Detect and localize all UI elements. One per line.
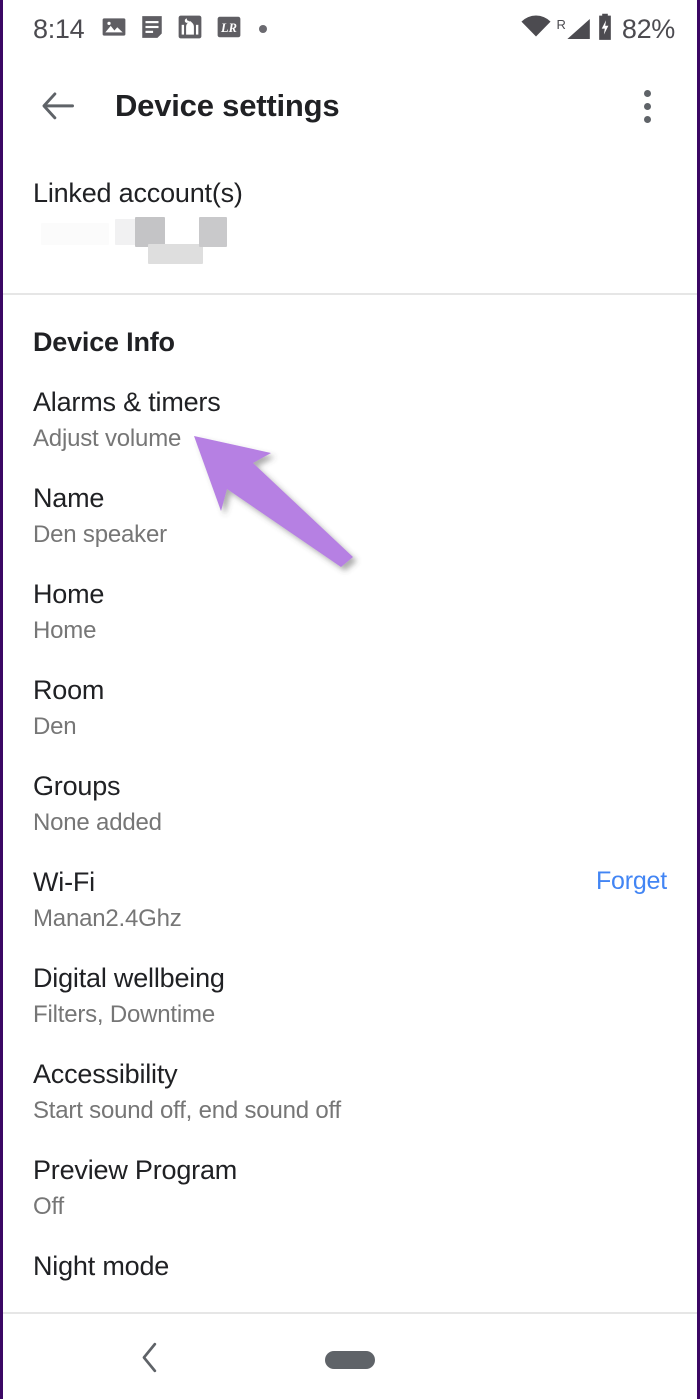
section-header-device-info: Device Info — [33, 327, 175, 357]
device-info-list[interactable]: Device Info Alarms & timers Adjust volum… — [3, 295, 697, 1314]
list-item-title: Alarms & timers — [33, 387, 221, 417]
back-arrow-icon[interactable] — [31, 79, 85, 133]
mosque-icon — [177, 14, 203, 45]
linked-accounts-section[interactable]: Linked account(s) — [3, 154, 697, 295]
roaming-indicator: R — [556, 17, 566, 32]
list-item-title: Accessibility — [33, 1059, 178, 1090]
list-item-preview-program[interactable]: Preview Program Off — [3, 1126, 697, 1222]
list-item-digital-wellbeing[interactable]: Digital wellbeing Filters, Downtime — [3, 934, 697, 1030]
android-navigation-bar — [3, 1321, 697, 1399]
status-bar-right: R 82% — [521, 13, 675, 46]
list-item-subtitle: Manan2.4Ghz — [33, 905, 182, 933]
list-item-title: Night mode — [33, 1251, 170, 1282]
list-item-title: Room — [33, 675, 105, 706]
linked-accounts-label: Linked account(s) — [33, 178, 243, 208]
list-item-alarms-timers[interactable]: Alarms & timers Adjust volume — [3, 358, 697, 454]
linked-accounts-redacted-value — [33, 217, 697, 265]
list-item-subtitle: Den speaker — [33, 520, 167, 548]
cellular-signal-icon: R — [556, 17, 590, 41]
list-item-subtitle: Off — [33, 1193, 64, 1221]
list-item-night-mode[interactable]: Night mode — [3, 1222, 697, 1283]
forget-wifi-button[interactable]: Forget — [580, 867, 667, 896]
battery-percentage: 82% — [621, 13, 675, 44]
list-item-room[interactable]: Room Den — [3, 646, 697, 742]
phone-screen: 8:14 LR R 82% Device settings Linked acc… — [0, 0, 700, 1399]
list-item-subtitle: Start sound off, end sound off — [33, 1097, 342, 1125]
wifi-icon — [521, 14, 552, 44]
status-bar-clock: 8:14 — [33, 13, 85, 44]
list-item-subtitle: None added — [33, 809, 162, 837]
list-item-wifi[interactable]: Wi-Fi Manan2.4Ghz Forget — [3, 838, 697, 934]
nav-home-pill-icon[interactable] — [325, 1351, 375, 1369]
list-item-home[interactable]: Home Home — [3, 550, 697, 646]
list-item-subtitle: Filters, Downtime — [33, 1001, 215, 1029]
svg-text:LR: LR — [220, 20, 237, 34]
page-title: Device settings — [115, 88, 340, 123]
list-item-title: Name — [33, 483, 105, 514]
list-item-title: Preview Program — [33, 1155, 238, 1186]
app-bar: Device settings — [3, 58, 697, 154]
photos-icon — [101, 14, 127, 45]
lightroom-icon: LR — [216, 14, 242, 45]
list-item-groups[interactable]: Groups None added — [3, 742, 697, 838]
notification-dot-icon — [259, 25, 268, 33]
list-item-title: Home — [33, 579, 105, 610]
battery-charging-icon — [596, 13, 614, 46]
nav-back-chevron-icon[interactable] — [137, 1341, 163, 1380]
status-bar: 8:14 LR R 82% — [3, 0, 697, 58]
list-item-subtitle: Adjust volume — [33, 424, 182, 452]
list-item-subtitle: Den — [33, 713, 77, 740]
list-item-title: Digital wellbeing — [33, 963, 225, 994]
list-item-name[interactable]: Name Den speaker — [3, 454, 697, 550]
list-item-title: Groups — [33, 771, 121, 802]
overflow-menu-icon[interactable] — [623, 79, 671, 133]
list-item-title: Wi-Fi — [33, 867, 95, 898]
list-item-accessibility[interactable]: Accessibility Start sound off, end sound… — [3, 1030, 697, 1126]
list-item-subtitle: Home — [33, 616, 97, 644]
notes-icon — [140, 14, 164, 45]
status-bar-left: 8:14 LR — [33, 13, 268, 45]
